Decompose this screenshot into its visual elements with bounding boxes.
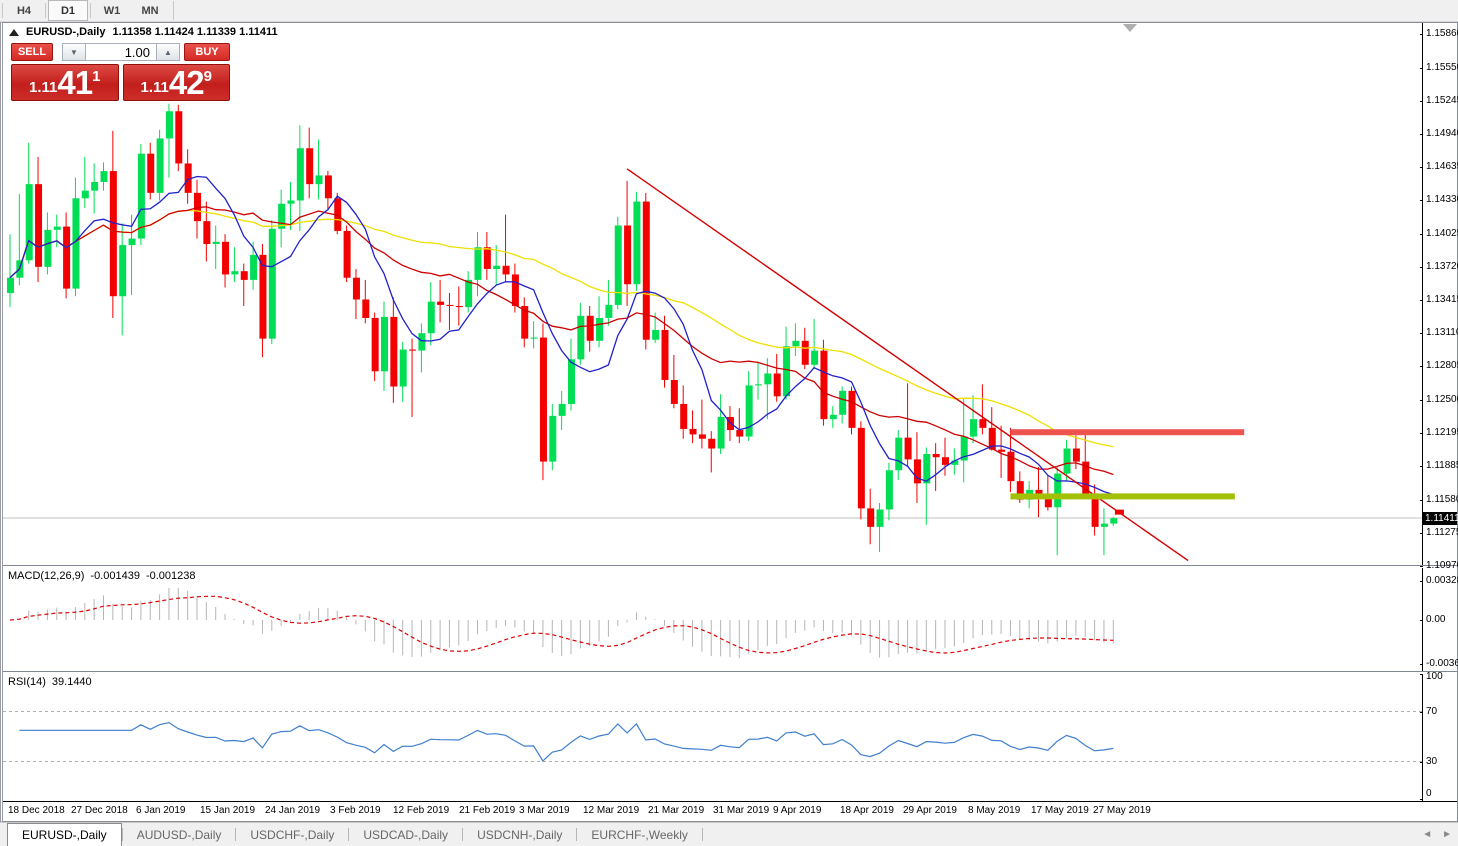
rsi-axis-tick: 70 bbox=[1426, 706, 1437, 717]
chart-shift-marker-icon[interactable] bbox=[1123, 24, 1137, 32]
date-axis-tick: 3 Feb 2019 bbox=[330, 805, 381, 816]
chart-ohlc-values: 1.11358 1.11424 1.11339 1.11411 bbox=[112, 26, 277, 38]
price-axis-tick: 1.14025 bbox=[1426, 228, 1458, 239]
rsi-chart[interactable]: RSI(14) 39.1440 bbox=[3, 674, 1422, 801]
rsi-chart-svg[interactable] bbox=[3, 674, 1422, 801]
sell-price-button[interactable]: 1.11411 bbox=[11, 64, 119, 101]
price-axis[interactable]: 1.15860 1.15550 1.15245 1.14940 1.14635 1.143… bbox=[1422, 23, 1457, 565]
price-axis-tick: 1.12500 bbox=[1426, 394, 1458, 405]
timeframe-toolbar: H4D1W1MN bbox=[0, 0, 1458, 22]
price-axis-tick: 1.13110 bbox=[1426, 327, 1458, 338]
macd-axis-tick: 0.00328 bbox=[1426, 575, 1458, 586]
timeframe-button-h4[interactable]: H4 bbox=[5, 0, 43, 21]
one-click-trade-panel: SELL ▼ 1.00 ▲ BUY 1.11411 1.11429 bbox=[11, 43, 230, 101]
rsi-panel: RSI(14) 39.1440 100 70 30 0 bbox=[3, 674, 1457, 801]
tab-usdchf-daily[interactable]: USDCHF-,Daily bbox=[236, 823, 348, 846]
price-axis-tick: 1.14940 bbox=[1426, 128, 1458, 139]
timeframe-button-w1[interactable]: W1 bbox=[93, 0, 131, 21]
date-axis-tick: 27 Dec 2018 bbox=[71, 805, 128, 816]
sell-price-sup: 1 bbox=[92, 69, 100, 84]
macd-axis-tick: 0.00 bbox=[1426, 614, 1445, 625]
current-price-badge: 1.11411 bbox=[1423, 512, 1457, 525]
candles bbox=[7, 104, 1117, 556]
tab-usdcnh-daily[interactable]: USDCNH-,Daily bbox=[463, 823, 576, 846]
tab-scroll-right-icon[interactable]: ► bbox=[1442, 829, 1452, 840]
date-axis-tick: 29 Apr 2019 bbox=[903, 805, 957, 816]
price-axis-tick: 1.11580 bbox=[1426, 494, 1458, 505]
date-axis-tick: 17 May 2019 bbox=[1031, 805, 1089, 816]
buy-price-big: 42 bbox=[169, 68, 204, 98]
buy-button[interactable]: BUY bbox=[184, 43, 230, 61]
price-axis-tick: 1.12195 bbox=[1426, 427, 1458, 438]
buy-price-button[interactable]: 1.11429 bbox=[123, 64, 231, 101]
rsi-axis-tick: 0 bbox=[1426, 788, 1432, 799]
sell-marker-icon bbox=[1115, 510, 1124, 515]
sell-price-big: 41 bbox=[57, 68, 92, 98]
macd-chart-svg[interactable] bbox=[3, 568, 1422, 671]
price-panel: EURUSD-,Daily 1.11358 1.11424 1.11339 1.… bbox=[3, 23, 1457, 565]
price-axis-tick: 1.14635 bbox=[1426, 161, 1458, 172]
price-axis-tick: 1.15550 bbox=[1426, 62, 1458, 73]
volume-increase-button[interactable]: ▲ bbox=[156, 43, 180, 61]
rsi-axis-tick: 100 bbox=[1426, 671, 1443, 682]
macd-chart[interactable]: MACD(12,26,9) -0.001439 -0.001238 bbox=[3, 568, 1422, 671]
chart-tab-bar: EURUSD-,DailyAUDUSD-,DailyUSDCHF-,DailyU… bbox=[0, 822, 1458, 846]
date-axis-tick: 12 Feb 2019 bbox=[393, 805, 449, 816]
macd-panel: MACD(12,26,9) -0.001439 -0.001238 0.0032… bbox=[3, 568, 1457, 671]
date-axis-tick: 31 Mar 2019 bbox=[713, 805, 769, 816]
date-axis-tick: 8 May 2019 bbox=[968, 805, 1020, 816]
date-axis-tick: 24 Jan 2019 bbox=[265, 805, 320, 816]
resistance-hline bbox=[1010, 429, 1244, 435]
price-axis-tick: 1.15245 bbox=[1426, 95, 1458, 106]
date-axis-tick: 9 Apr 2019 bbox=[773, 805, 821, 816]
price-axis-tick: 1.14330 bbox=[1426, 194, 1458, 205]
rsi-axis[interactable]: 100 70 30 0 bbox=[1422, 674, 1457, 801]
sell-button[interactable]: SELL bbox=[11, 43, 53, 61]
timeframe-button-mn[interactable]: MN bbox=[131, 0, 169, 21]
chart-window: EURUSD-,Daily 1.11358 1.11424 1.11339 1.… bbox=[0, 22, 1458, 822]
chart-title: EURUSD-,Daily 1.11358 1.11424 1.11339 1.… bbox=[9, 26, 278, 38]
date-axis[interactable]: 18 Dec 2018 27 Dec 2018 6 Jan 2019 15 Jan 2… bbox=[3, 801, 1457, 821]
price-axis-tick: 1.12805 bbox=[1426, 360, 1458, 371]
macd-axis-tick: -0.00365 bbox=[1426, 658, 1458, 669]
date-axis-tick: 15 Jan 2019 bbox=[200, 805, 255, 816]
chart-symbol-label: EURUSD-,Daily bbox=[26, 26, 105, 38]
date-axis-tick: 21 Feb 2019 bbox=[459, 805, 515, 816]
rsi-axis-tick: 30 bbox=[1426, 756, 1437, 767]
volume-input[interactable]: 1.00 bbox=[86, 43, 156, 61]
tab-eurchf-weekly[interactable]: EURCHF-,Weekly bbox=[577, 823, 701, 846]
date-axis-tick: 3 Mar 2019 bbox=[519, 805, 570, 816]
price-axis-tick: 1.13720 bbox=[1426, 261, 1458, 272]
tab-eurusd-daily[interactable]: EURUSD-,Daily bbox=[7, 823, 122, 846]
rsi-label: RSI(14) 39.1440 bbox=[8, 676, 92, 688]
price-chart[interactable]: EURUSD-,Daily 1.11358 1.11424 1.11339 1.… bbox=[3, 23, 1422, 565]
trading-terminal: H4D1W1MN EURUSD-,Daily 1.11358 1.11424 1… bbox=[0, 0, 1458, 842]
timeframe-button-d1[interactable]: D1 bbox=[48, 0, 88, 21]
date-axis-tick: 21 Mar 2019 bbox=[648, 805, 704, 816]
sell-price-prefix: 1.11 bbox=[29, 78, 57, 98]
candlestick-chart-svg[interactable] bbox=[3, 23, 1422, 565]
date-axis-tick: 12 Mar 2019 bbox=[583, 805, 639, 816]
macd-axis[interactable]: 0.00328 0.00 -0.00365 bbox=[1422, 568, 1457, 671]
date-axis-tick: 6 Jan 2019 bbox=[136, 805, 186, 816]
price-axis-tick: 1.13415 bbox=[1426, 294, 1458, 305]
volume-decrease-button[interactable]: ▼ bbox=[62, 43, 86, 61]
date-axis-tick: 18 Apr 2019 bbox=[840, 805, 894, 816]
buy-price-prefix: 1.11 bbox=[141, 78, 169, 98]
macd-label: MACD(12,26,9) -0.001439 -0.001238 bbox=[8, 570, 196, 582]
date-axis-tick: 27 May 2019 bbox=[1093, 805, 1151, 816]
price-axis-tick: 1.15860 bbox=[1426, 28, 1458, 39]
collapse-triangle-icon[interactable] bbox=[9, 29, 19, 36]
tab-scroll-left-icon[interactable]: ◄ bbox=[1422, 829, 1432, 840]
price-axis-tick: 1.11275 bbox=[1426, 527, 1458, 538]
price-axis-tick: 1.11885 bbox=[1426, 460, 1458, 471]
tab-usdcad-daily[interactable]: USDCAD-,Daily bbox=[349, 823, 462, 846]
buy-price-sup: 9 bbox=[204, 69, 212, 84]
support-hline bbox=[1010, 493, 1234, 499]
date-axis-tick: 18 Dec 2018 bbox=[8, 805, 65, 816]
descending-trendline bbox=[627, 169, 1188, 561]
tab-audusd-daily[interactable]: AUDUSD-,Daily bbox=[123, 823, 236, 846]
